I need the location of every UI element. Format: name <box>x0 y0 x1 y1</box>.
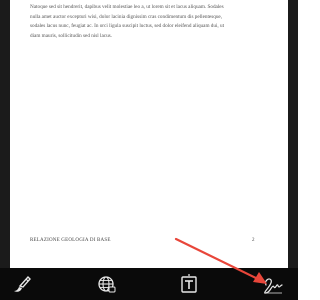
page-footer-title: RELAZIONE GEOLOGIA DI BASE <box>30 238 111 243</box>
signature-tool-button[interactable] <box>256 268 290 300</box>
body-line: diam mauris, sollicitudin sed nisl lacus… <box>30 32 112 39</box>
body-line: nulla amet auctor excepturi wisi, dolor … <box>30 13 223 20</box>
left-bezel <box>0 0 10 268</box>
right-bezel <box>288 0 298 268</box>
text-tool-button[interactable] <box>172 268 206 300</box>
body-line: sodales lacus nunc, feugiat ac. In orci … <box>30 23 225 29</box>
web-tool-button[interactable] <box>89 268 123 300</box>
page-number: 2 <box>252 238 255 243</box>
app-window: Natoque sed sit hendrerit, dapibus velit… <box>0 0 298 300</box>
document-body-text: Natoque sed sit hendrerit, dapibus velit… <box>30 3 262 41</box>
body-line: Natoque sed sit hendrerit, dapibus velit… <box>30 4 224 10</box>
pen-brush-icon <box>14 275 31 292</box>
globe-network-icon <box>98 276 116 293</box>
text-box-icon <box>181 274 197 293</box>
signature-icon <box>264 278 283 294</box>
bottom-toolbar <box>0 268 298 300</box>
draw-tool-button[interactable] <box>5 268 39 300</box>
